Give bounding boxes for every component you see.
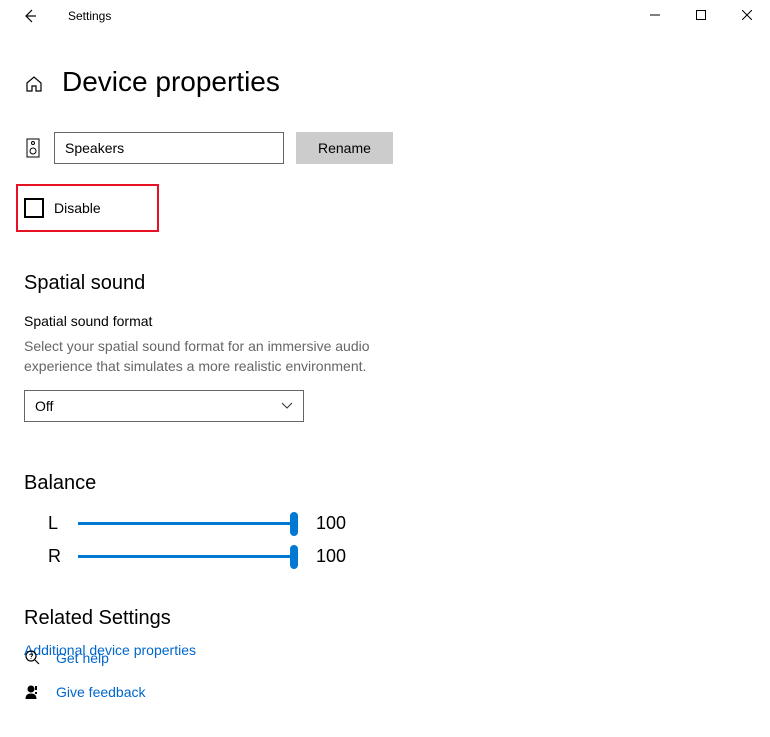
spatial-sound-heading: Spatial sound xyxy=(24,272,746,295)
maximize-icon xyxy=(696,10,706,20)
slider-thumb[interactable] xyxy=(290,512,298,536)
related-heading: Related Settings xyxy=(24,607,746,630)
balance-heading: Balance xyxy=(24,472,746,495)
spatial-format-dropdown[interactable]: Off xyxy=(24,390,304,422)
disable-label: Disable xyxy=(54,200,101,216)
slider-thumb[interactable] xyxy=(290,545,298,569)
balance-right-label: R xyxy=(48,546,78,567)
minimize-button[interactable] xyxy=(632,0,678,30)
disable-checkbox-highlight: Disable xyxy=(16,184,159,232)
back-button[interactable] xyxy=(18,4,42,28)
window-title: Settings xyxy=(68,9,111,23)
spatial-description: Select your spatial sound format for an … xyxy=(24,337,424,376)
chevron-down-icon xyxy=(281,402,293,410)
device-name-input[interactable] xyxy=(54,132,284,164)
rename-button[interactable]: Rename xyxy=(296,132,393,164)
close-button[interactable] xyxy=(724,0,770,30)
give-feedback-link[interactable]: Give feedback xyxy=(56,684,146,700)
back-arrow-icon xyxy=(22,8,38,24)
close-icon xyxy=(742,10,752,20)
help-icon xyxy=(24,649,42,667)
balance-left-value: 100 xyxy=(316,513,346,534)
balance-left-slider[interactable] xyxy=(78,514,298,534)
maximize-button[interactable] xyxy=(678,0,724,30)
slider-track xyxy=(78,555,298,558)
feedback-icon xyxy=(24,683,42,701)
balance-left-label: L xyxy=(48,513,78,534)
slider-track xyxy=(78,522,298,525)
dropdown-selected: Off xyxy=(35,398,53,414)
speaker-icon xyxy=(24,138,42,158)
home-icon[interactable] xyxy=(24,74,44,94)
page-title: Device properties xyxy=(62,66,280,98)
disable-checkbox[interactable] xyxy=(24,198,44,218)
balance-right-slider[interactable] xyxy=(78,547,298,567)
get-help-link[interactable]: Get help xyxy=(56,650,109,666)
minimize-icon xyxy=(650,10,660,20)
balance-right-value: 100 xyxy=(316,546,346,567)
spatial-format-label: Spatial sound format xyxy=(24,313,746,329)
